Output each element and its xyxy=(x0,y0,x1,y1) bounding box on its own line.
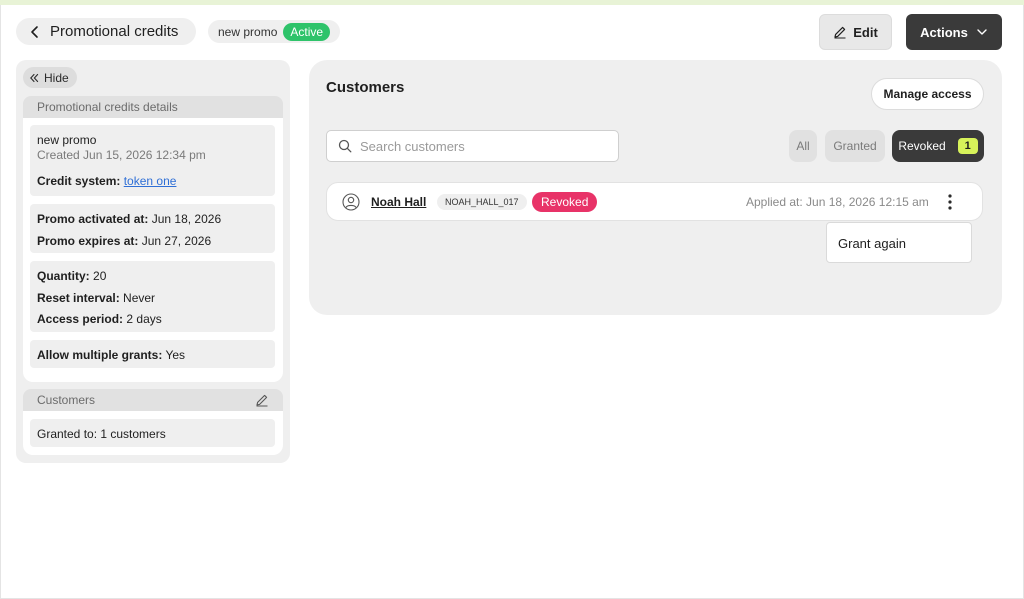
multiple-grants-card: Allow multiple grants: Yes xyxy=(30,340,275,368)
expires-label: Promo expires at: xyxy=(37,234,139,248)
status-badge: Active xyxy=(283,22,331,41)
promo-limits-card: Quantity: 20 Reset interval: Never Acces… xyxy=(30,261,275,332)
chevron-left-icon xyxy=(31,25,38,38)
hide-sidebar-button[interactable]: Hide xyxy=(23,67,77,88)
revoked-count-badge: 1 xyxy=(957,138,978,154)
granted-text: Granted to: 1 customers xyxy=(37,427,166,441)
applied-at-text: Applied at: Jun 18, 2026 12:15 am xyxy=(746,195,929,209)
reset-label: Reset interval: xyxy=(37,291,120,305)
quantity-row: Quantity: 20 xyxy=(37,269,106,283)
customer-code-badge: NOAH_HALL_017 xyxy=(437,194,527,210)
reset-value: Never xyxy=(123,291,156,305)
activated-label: Promo activated at: xyxy=(37,212,149,226)
created-text: Created Jun 15, 2026 12:34 pm xyxy=(37,148,206,162)
grant-again-menu-item[interactable]: Grant again xyxy=(838,236,906,251)
quantity-value: 20 xyxy=(93,269,107,283)
search-input[interactable] xyxy=(360,138,600,154)
row-action-menu: Grant again xyxy=(826,222,972,263)
pencil-icon xyxy=(834,26,846,39)
search-field[interactable] xyxy=(326,130,619,162)
expires-value: Jun 27, 2026 xyxy=(141,234,212,248)
activated-row: Promo activated at: Jun 18, 2026 xyxy=(37,212,221,226)
customers-panel: Customers Manage access All Granted Revo… xyxy=(309,60,1002,315)
edit-button[interactable]: Edit xyxy=(819,14,892,50)
user-avatar-icon xyxy=(342,193,360,211)
hide-label: Hide xyxy=(44,70,69,85)
filter-granted[interactable]: Granted xyxy=(825,130,885,162)
edit-label: Edit xyxy=(853,24,878,40)
customer-row: Noah Hall NOAH_HALL_017 Revoked Applied … xyxy=(326,182,983,221)
filter-all[interactable]: All xyxy=(789,130,817,162)
chevron-down-icon xyxy=(977,29,987,35)
customers-section-title: Customers xyxy=(23,389,283,411)
promo-dates-card: Promo activated at: Jun 18, 2026 Promo e… xyxy=(30,204,275,253)
actions-button[interactable]: Actions xyxy=(906,14,1002,50)
filter-revoked-label: Revoked xyxy=(898,139,946,153)
reset-row: Reset interval: Never xyxy=(37,291,155,305)
access-value: 2 days xyxy=(126,312,162,326)
more-vertical-icon[interactable] xyxy=(944,192,956,212)
granted-card: Granted to: 1 customers xyxy=(30,419,275,447)
pencil-icon[interactable] xyxy=(255,393,269,407)
details-section-title: Promotional credits details xyxy=(23,96,283,118)
promo-name: new promo xyxy=(218,24,278,39)
quantity-label: Quantity: xyxy=(37,269,90,283)
promo-name-pill: new promo Active xyxy=(208,20,340,43)
revoked-status-badge: Revoked xyxy=(532,192,598,212)
customers-section-body: Granted to: 1 customers xyxy=(23,411,283,455)
access-label: Access period: xyxy=(37,312,124,326)
promo-info-card: new promo Created Jun 15, 2026 12:34 pm … xyxy=(30,125,275,196)
credit-system-row: Credit system: token one xyxy=(37,174,176,188)
double-chevron-left-icon xyxy=(30,73,39,82)
activated-value: Jun 18, 2026 xyxy=(151,212,222,226)
manage-access-button[interactable]: Manage access xyxy=(871,78,984,110)
customer-name-link[interactable]: Noah Hall xyxy=(371,195,426,209)
customers-title: Customers xyxy=(326,79,405,96)
access-row: Access period: 2 days xyxy=(37,312,162,326)
expires-row: Promo expires at: Jun 27, 2026 xyxy=(37,234,211,248)
multiple-row: Allow multiple grants: Yes xyxy=(37,348,185,362)
credit-system-link[interactable]: token one xyxy=(124,174,177,188)
page-title: Promotional credits xyxy=(50,23,179,40)
credit-system-label: Credit system: xyxy=(37,174,121,188)
filter-revoked[interactable]: Revoked 1 xyxy=(892,130,984,162)
details-section-body: new promo Created Jun 15, 2026 12:34 pm … xyxy=(23,118,283,382)
search-icon xyxy=(338,139,352,153)
promo-name-text: new promo xyxy=(37,133,97,147)
details-sidebar: Hide Promotional credits details new pro… xyxy=(16,60,290,463)
multiple-label: Allow multiple grants: xyxy=(37,348,163,362)
back-button[interactable]: Promotional credits xyxy=(16,18,196,45)
customers-section-label: Customers xyxy=(37,393,96,407)
actions-label: Actions xyxy=(920,24,968,40)
multiple-value: Yes xyxy=(165,348,186,362)
